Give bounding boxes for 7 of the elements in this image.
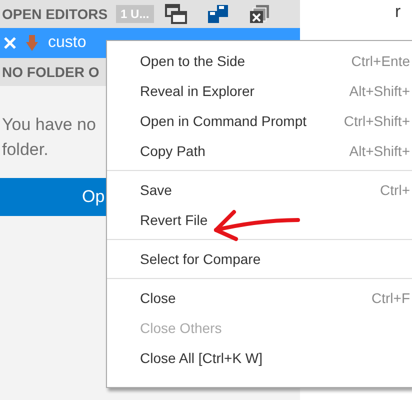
section-title: NO FOLDER O [2,64,100,80]
unsaved-count-badge: 1 U... [116,5,154,23]
message-text: folder. [2,139,48,161]
section-title: OPEN EDITORS [2,6,108,22]
file-name: custo [48,34,86,52]
message-text: You have no [2,114,96,136]
editor-text: r [395,2,402,22]
